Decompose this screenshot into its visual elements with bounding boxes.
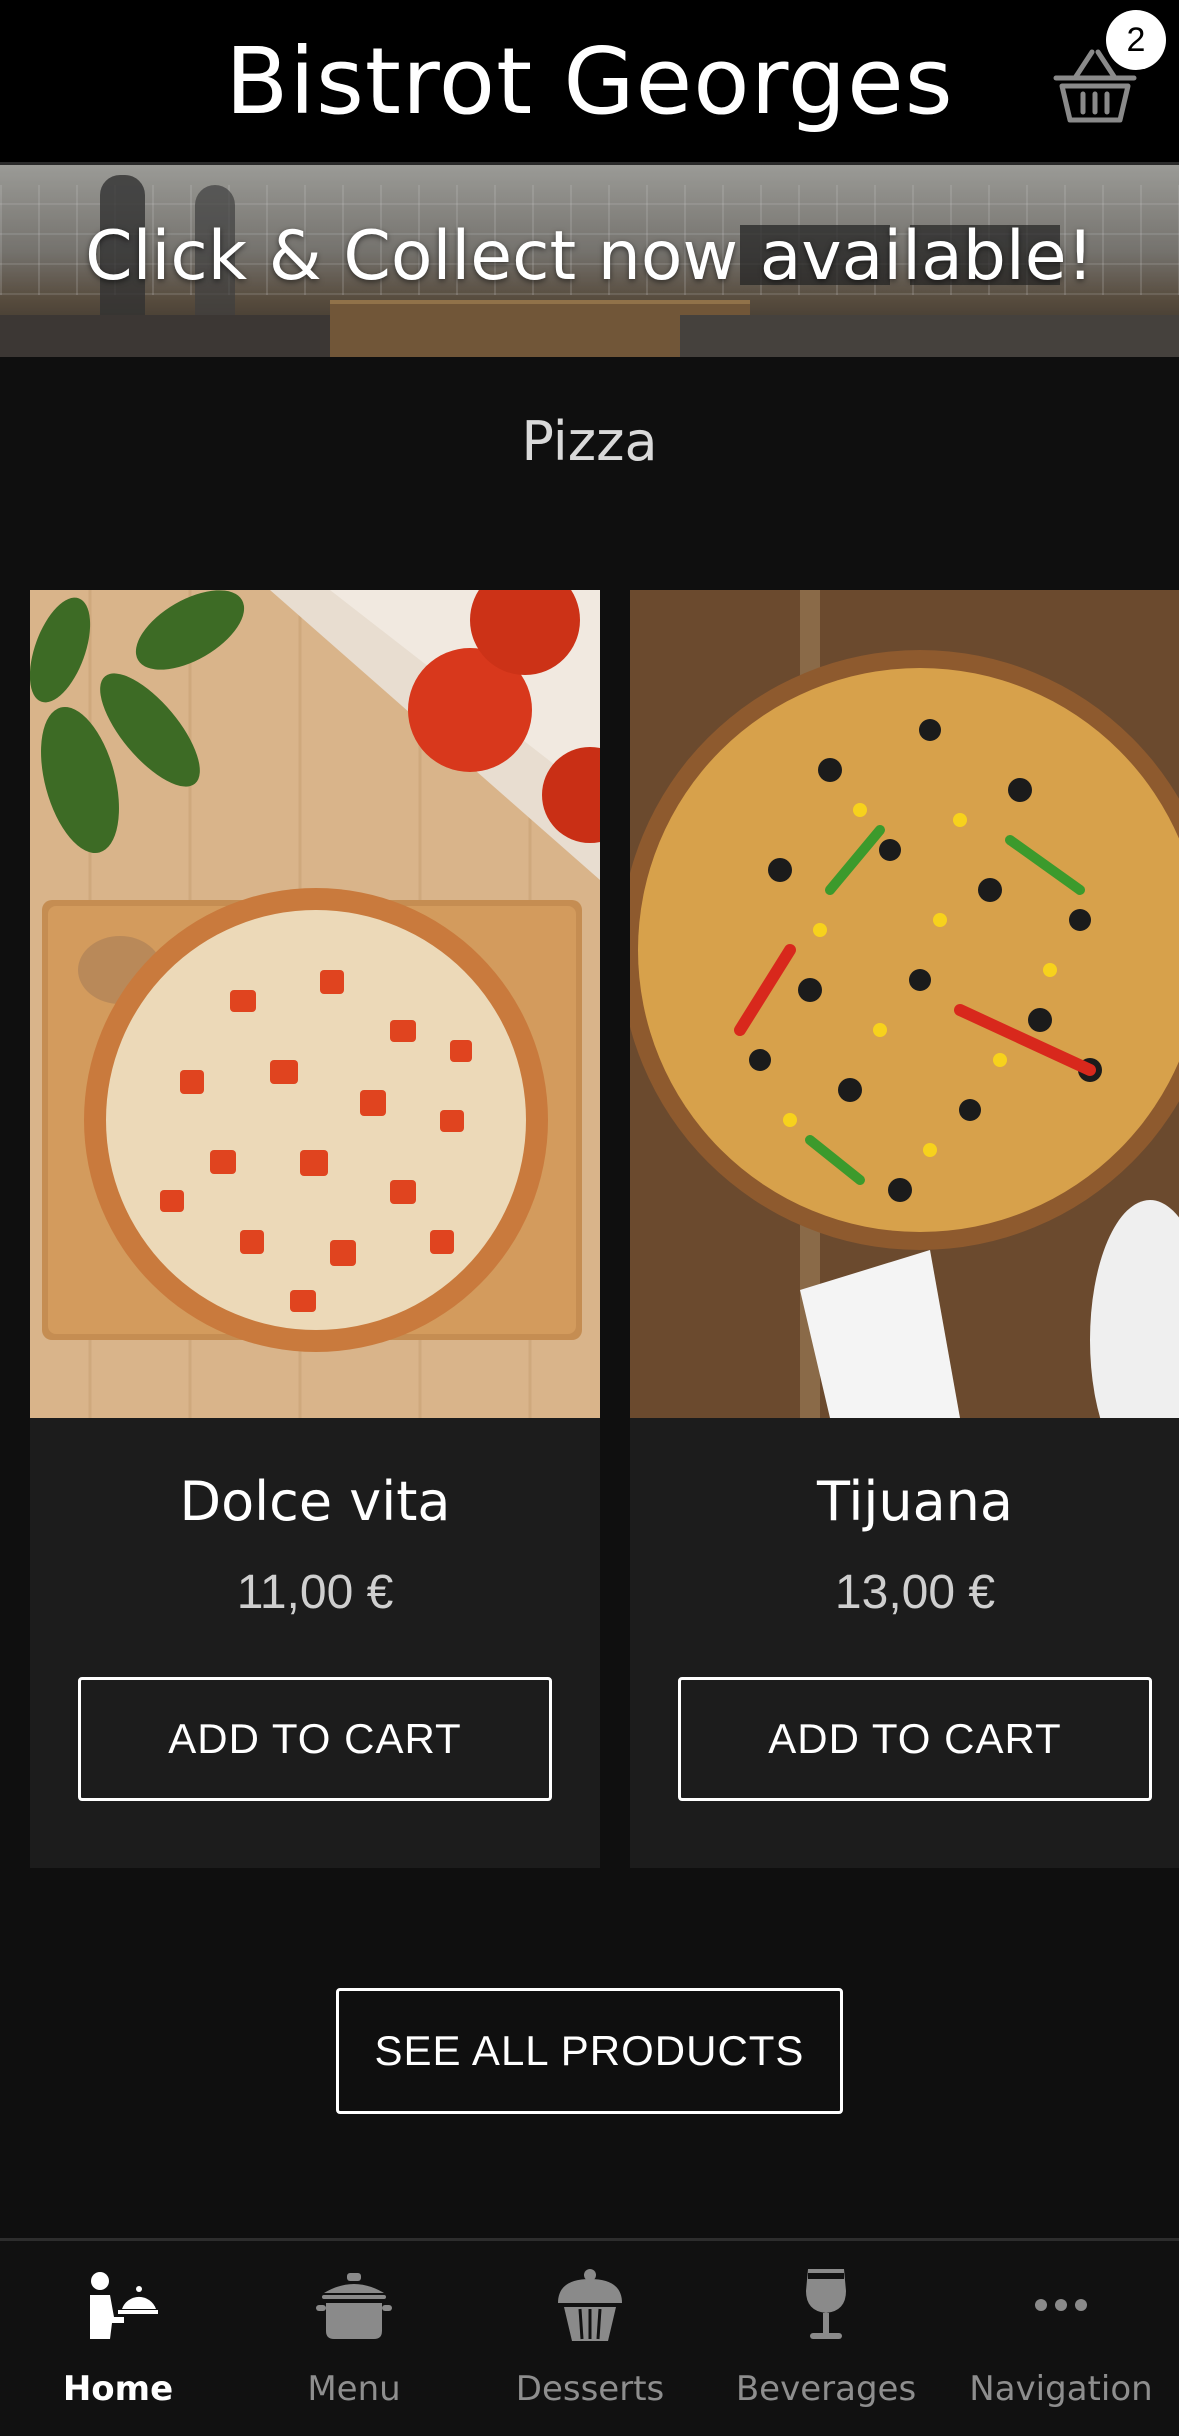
bottom-navigation: Home Menu Desserts Beverages Navigation [0,2238,1179,2436]
cart-count-badge: 2 [1106,10,1166,70]
product-price: 11,00 € [236,1566,394,1619]
banner-text: Click & Collect now available! [85,217,1094,296]
waiter-icon [90,2272,158,2339]
cupcake-icon [558,2269,622,2341]
nav-label: Beverages [735,2369,917,2409]
app-header: Bistrot Georges 2 [0,0,1179,165]
product-name: Tijuana [817,1470,1013,1533]
wine-glass-icon [806,2269,846,2339]
click-collect-banner[interactable]: Click & Collect now available! [0,165,1179,357]
see-all-products-button[interactable]: SEE ALL PRODUCTS [336,1988,843,2114]
nav-item-menu[interactable]: Menu [236,2241,472,2436]
add-to-cart-button[interactable]: ADD TO CART [78,1677,552,1801]
product-card[interactable]: Tijuana 13,00 € ADD TO CART [630,590,1179,1868]
nav-label: Home [62,2369,174,2409]
category-title: Pizza [521,410,658,473]
nav-item-navigation[interactable]: Navigation [943,2241,1179,2436]
product-image [30,590,600,1418]
restaurant-title[interactable]: Bistrot Georges [0,28,1179,135]
product-price: 13,00 € [834,1566,996,1619]
nav-label: Desserts [515,2369,665,2409]
add-to-cart-button[interactable]: ADD TO CART [678,1677,1152,1801]
more-dots-icon [1035,2299,1087,2311]
product-image [630,590,1179,1418]
nav-item-beverages[interactable]: Beverages [708,2241,944,2436]
product-card[interactable]: Dolce vita 11,00 € ADD TO CART [30,590,600,1868]
nav-label: Navigation [969,2369,1153,2409]
product-name: Dolce vita [179,1470,451,1533]
pot-icon [316,2273,392,2339]
nav-item-home[interactable]: Home [0,2241,236,2436]
nav-label: Menu [307,2369,401,2409]
nav-item-desserts[interactable]: Desserts [472,2241,708,2436]
